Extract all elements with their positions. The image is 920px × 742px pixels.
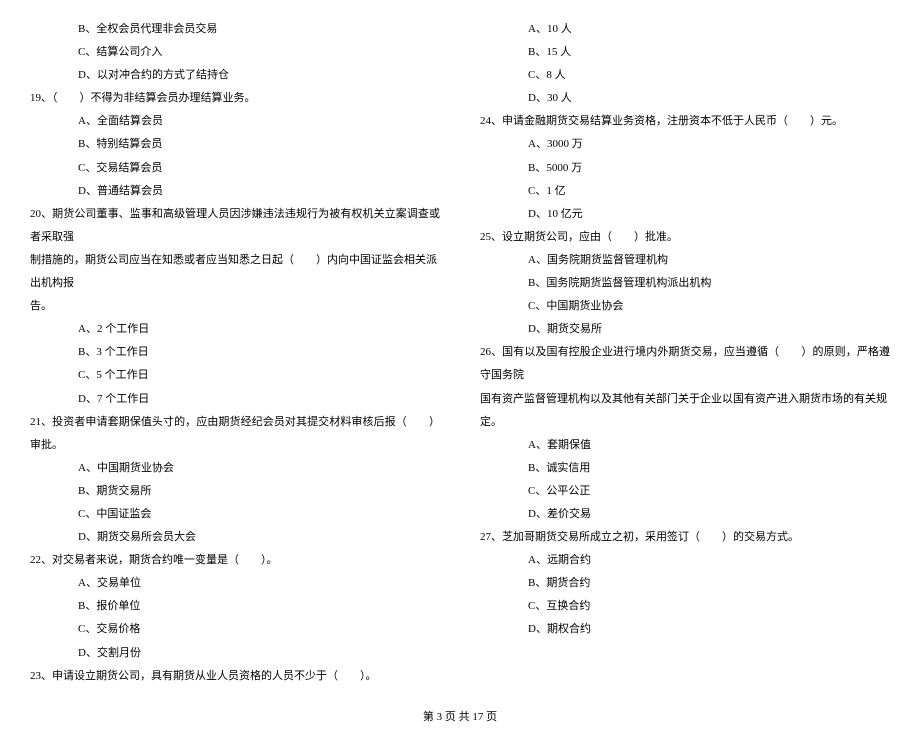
q26-stem-line1: 26、国有以及国有控股企业进行境内外期货交易，应当遵循（ ）的原则，严格遵守国务…: [480, 341, 890, 387]
q24-option-c: C、1 亿: [528, 180, 890, 203]
q25-option-d: D、期货交易所: [528, 318, 890, 341]
q25-option-c: C、中国期货业协会: [528, 295, 890, 318]
q26-option-d: D、差价交易: [528, 503, 890, 526]
q27-option-b: B、期货合约: [528, 572, 890, 595]
q19-option-b: B、特别结算会员: [78, 133, 440, 156]
q21-option-b: B、期货交易所: [78, 480, 440, 503]
q20-option-d: D、7 个工作日: [78, 388, 440, 411]
q20-option-a: A、2 个工作日: [78, 318, 440, 341]
q27-option-d: D、期权合约: [528, 618, 890, 641]
q21-option-a: A、中国期货业协会: [78, 457, 440, 480]
q23-option-c: C、8 人: [528, 64, 890, 87]
q19-option-c: C、交易结算会员: [78, 157, 440, 180]
q25-stem: 25、设立期货公司，应由（ ）批准。: [480, 226, 890, 249]
q18-option-d: D、以对冲合约的方式了结持仓: [78, 64, 440, 87]
q20-stem-line1: 20、期货公司董事、监事和高级管理人员因涉嫌违法违规行为被有权机关立案调查或者采…: [30, 203, 440, 249]
q23-option-d: D、30 人: [528, 87, 890, 110]
q19-option-a: A、全面结算会员: [78, 110, 440, 133]
q23-option-b: B、15 人: [528, 41, 890, 64]
q19-stem: 19、（ ）不得为非结算会员办理结算业务。: [30, 87, 440, 110]
q21-option-d: D、期货交易所会员大会: [78, 526, 440, 549]
q27-option-c: C、互换合约: [528, 595, 890, 618]
q24-option-b: B、5000 万: [528, 157, 890, 180]
q22-stem: 22、对交易者来说，期货合约唯一变量是（ ）。: [30, 549, 440, 572]
q26-option-c: C、公平公正: [528, 480, 890, 503]
q25-option-a: A、国务院期货监督管理机构: [528, 249, 890, 272]
q27-stem: 27、芝加哥期货交易所成立之初，采用签订（ ）的交易方式。: [480, 526, 890, 549]
left-column: B、全权会员代理非会员交易 C、结算公司介入 D、以对冲合约的方式了结持仓 19…: [30, 18, 440, 688]
q27-option-a: A、远期合约: [528, 549, 890, 572]
q20-option-b: B、3 个工作日: [78, 341, 440, 364]
q26-option-b: B、诚实信用: [528, 457, 890, 480]
q20-option-c: C、5 个工作日: [78, 364, 440, 387]
q22-option-c: C、交易价格: [78, 618, 440, 641]
right-column: A、10 人 B、15 人 C、8 人 D、30 人 24、申请金融期货交易结算…: [480, 18, 890, 688]
q20-stem-line3: 告。: [30, 295, 440, 318]
q23-option-a: A、10 人: [528, 18, 890, 41]
q20-stem-line2: 制措施的，期货公司应当在知悉或者应当知悉之日起（ ）内向中国证监会相关派出机构报: [30, 249, 440, 295]
q26-option-a: A、套期保值: [528, 434, 890, 457]
q22-option-b: B、报价单位: [78, 595, 440, 618]
q18-option-b: B、全权会员代理非会员交易: [78, 18, 440, 41]
q21-stem: 21、投资者申请套期保值头寸的，应由期货经纪会员对其提交材料审核后报（ ）审批。: [30, 411, 440, 457]
q19-option-d: D、普通结算会员: [78, 180, 440, 203]
q24-stem: 24、申请金融期货交易结算业务资格，注册资本不低于人民币（ ）元。: [480, 110, 890, 133]
page-footer: 第 3 页 共 17 页: [30, 708, 890, 724]
q24-option-d: D、10 亿元: [528, 203, 890, 226]
q18-option-c: C、结算公司介入: [78, 41, 440, 64]
q22-option-d: D、交割月份: [78, 642, 440, 665]
q23-stem: 23、申请设立期货公司，具有期货从业人员资格的人员不少于（ ）。: [30, 665, 440, 688]
q21-option-c: C、中国证监会: [78, 503, 440, 526]
q24-option-a: A、3000 万: [528, 133, 890, 156]
q25-option-b: B、国务院期货监督管理机构派出机构: [528, 272, 890, 295]
q26-stem-line2: 国有资产监督管理机构以及其他有关部门关于企业以国有资产进入期货市场的有关规定。: [480, 388, 890, 434]
q22-option-a: A、交易单位: [78, 572, 440, 595]
content-columns: B、全权会员代理非会员交易 C、结算公司介入 D、以对冲合约的方式了结持仓 19…: [30, 18, 890, 688]
